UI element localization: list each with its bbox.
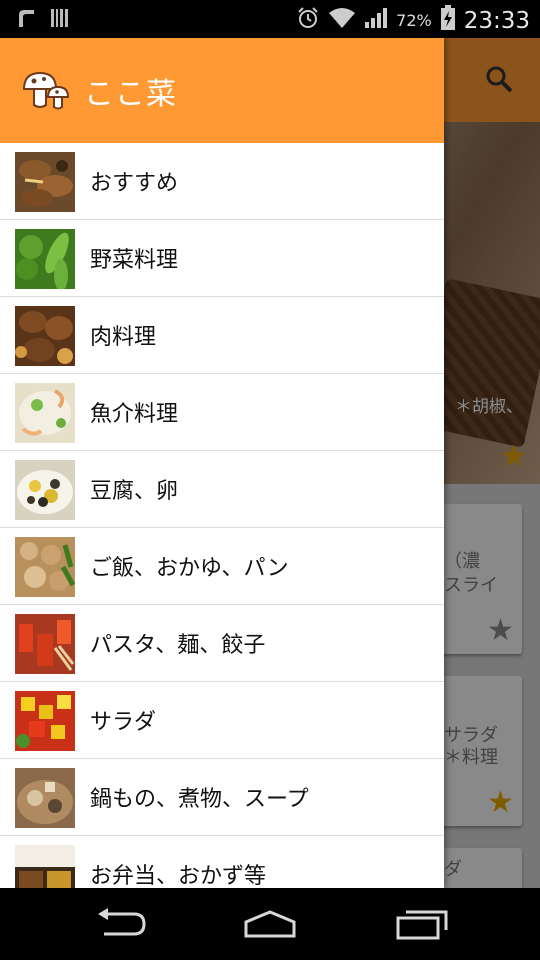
menu-item-label: パスタ、麺、餃子 [90,633,266,658]
menu-item-label: お弁当、おかず等 [90,864,267,888]
menu-item-salad[interactable]: サラダ [0,682,444,759]
menu-item-tofu-egg[interactable]: 豆腐、卵 [0,451,444,528]
wifi-icon [328,7,356,34]
mushroom-logo-icon [22,71,70,111]
clock: 23:33 [463,7,530,34]
tofu-egg-thumbnail [15,460,75,520]
menu-item-label: 野菜料理 [90,248,179,273]
salad-thumbnail [15,691,75,751]
menu-item-label: おすすめ [90,171,179,196]
vegetable-thumbnail [15,229,75,291]
battery-icon [440,5,456,36]
menu-item-rice-bread[interactable]: ご飯、おかゆ、パン [0,528,444,605]
pasta-noodles-thumbnail [15,614,75,674]
hotpot-soup-thumbnail [15,768,75,828]
menu-item-label: 鍋もの、煮物、スープ [90,787,309,812]
navigation-drawer: ここ菜 おすすめ 野菜料理 肉料理 魚介料理 豆腐、卵 ご飯、おかゆ、パン パス… [0,38,444,888]
menu-item-recommended[interactable]: おすすめ [0,143,444,220]
barcode-icon [50,7,70,33]
menu-item-label: 肉料理 [90,325,157,350]
menu-item-vegetable[interactable]: 野菜料理 [0,220,444,297]
drawer-header: ここ菜 [0,38,444,143]
signal-icon [364,7,388,34]
battery-percent: 72% [396,11,432,30]
alarm-icon [296,6,320,35]
menu-item-label: 魚介料理 [90,402,179,427]
back-button[interactable] [94,906,148,946]
category-menu: おすすめ 野菜料理 肉料理 魚介料理 豆腐、卵 ご飯、おかゆ、パン パスタ、麺、… [0,143,444,888]
menu-item-hotpot-soup[interactable]: 鍋もの、煮物、スープ [0,759,444,836]
recent-apps-button[interactable] [394,906,450,946]
menu-item-pasta-noodles[interactable]: パスタ、麺、餃子 [0,605,444,682]
menu-item-label: 豆腐、卵 [90,479,179,504]
menu-item-seafood[interactable]: 魚介料理 [0,374,444,451]
system-navigation-bar [0,888,540,960]
menu-item-label: ご飯、おかゆ、パン [90,556,289,581]
seafood-thumbnail [15,383,75,443]
home-button[interactable] [242,906,298,946]
notification-icon [16,7,38,33]
menu-item-bento[interactable]: お弁当、おかず等 [0,836,444,888]
status-bar: 72% 23:33 [0,0,540,38]
recommended-thumbnail [15,152,75,212]
menu-item-meat[interactable]: 肉料理 [0,297,444,374]
rice-bread-thumbnail [15,537,76,597]
menu-item-label: サラダ [90,710,157,735]
bento-thumbnail [15,845,75,888]
app-title: ここ菜 [84,76,177,112]
meat-thumbnail [15,306,75,366]
